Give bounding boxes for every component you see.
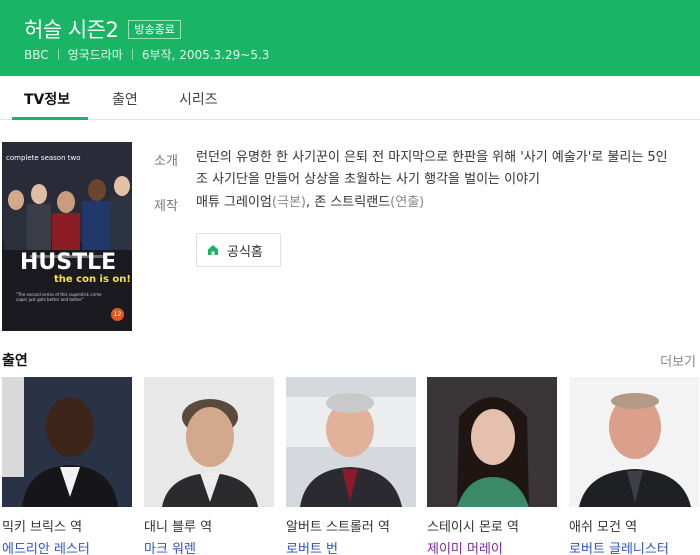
divider — [131, 49, 133, 60]
homepage-label: 공식홈 — [227, 244, 263, 260]
intro-label: 소개 — [154, 154, 178, 169]
actor-name[interactable]: 제이미 머레이 — [427, 538, 503, 555]
tab-cast[interactable]: 출연 — [112, 89, 138, 109]
actor-photo[interactable] — [2, 377, 132, 507]
actor-photo[interactable] — [569, 377, 699, 507]
director-role: (연출) — [390, 195, 425, 210]
actor-photo[interactable] — [286, 377, 416, 507]
actor-name[interactable]: 에드리안 레스터 — [2, 538, 90, 555]
header-bar: 허슬 시즌2 방송종료 BBC 영국드라마 6부작, 2005.3.29~5.3 — [0, 0, 700, 76]
producer-name[interactable]: 매튜 그레이엄 — [196, 195, 272, 210]
actor-photo[interactable] — [427, 377, 557, 507]
actor-name[interactable]: 로버트 번 — [286, 538, 338, 555]
episodes-dates: 6부작, 2005.3.29~5.3 — [141, 48, 270, 62]
producer-role: (극본) — [271, 195, 306, 210]
home-icon — [208, 245, 218, 255]
poster-tagline: the con is on! — [54, 274, 131, 285]
role-name: 대니 블루 역 — [144, 520, 213, 535]
production-credits: 매튜 그레이엄(극본), 존 스트릭랜드(연출) — [196, 195, 425, 210]
title-row: 허슬 시즌2 방송종료 — [24, 14, 181, 44]
poster-image[interactable]: complete season two HUSTLE the con is on… — [2, 142, 132, 331]
tab-tv-info[interactable]: TV정보 — [24, 89, 70, 109]
role-name: 알버트 스트롤러 역 — [286, 520, 390, 535]
tab-bar: TV정보 출연 시리즈 — [0, 76, 700, 120]
director-name[interactable]: 존 스트릭랜드 — [314, 195, 390, 210]
page-title: 허슬 시즌2 — [24, 18, 119, 42]
channel-link[interactable]: BBC — [24, 48, 49, 62]
active-tab-indicator — [12, 117, 88, 120]
official-homepage-button[interactable]: 공식홈 — [196, 233, 281, 267]
role-name: 스테이시 몬로 역 — [427, 520, 519, 535]
poster-season-text: complete season two — [6, 154, 81, 162]
intro-text: 런던의 유명한 한 사기꾼이 은퇴 전 마지막으로 한판을 위해 '사기 예술가… — [196, 150, 668, 187]
actor-name[interactable]: 마크 워렌 — [144, 538, 196, 555]
poster-quote: "The second series of this superslick cr… — [16, 292, 102, 302]
more-link[interactable]: 더보기 — [660, 351, 696, 370]
role-name: 애쉬 모건 역 — [569, 520, 638, 535]
divider — [57, 49, 59, 60]
actor-name[interactable]: 로버트 글레니스터 — [569, 538, 669, 555]
age-rating-icon: 12 — [111, 308, 124, 321]
tab-series[interactable]: 시리즈 — [179, 89, 218, 109]
role-name: 믹키 브릭스 역 — [2, 520, 83, 535]
meta-row: BBC 영국드라마 6부작, 2005.3.29~5.3 — [24, 46, 269, 63]
poster-title: HUSTLE — [20, 250, 117, 275]
actor-photo[interactable] — [144, 377, 274, 507]
genre-text: 영국드라마 — [67, 48, 123, 62]
poster-art — [2, 142, 132, 331]
cast-section-title: 출연 — [2, 353, 28, 369]
status-badge: 방송종료 — [128, 19, 181, 39]
production-label: 제작 — [154, 199, 178, 214]
